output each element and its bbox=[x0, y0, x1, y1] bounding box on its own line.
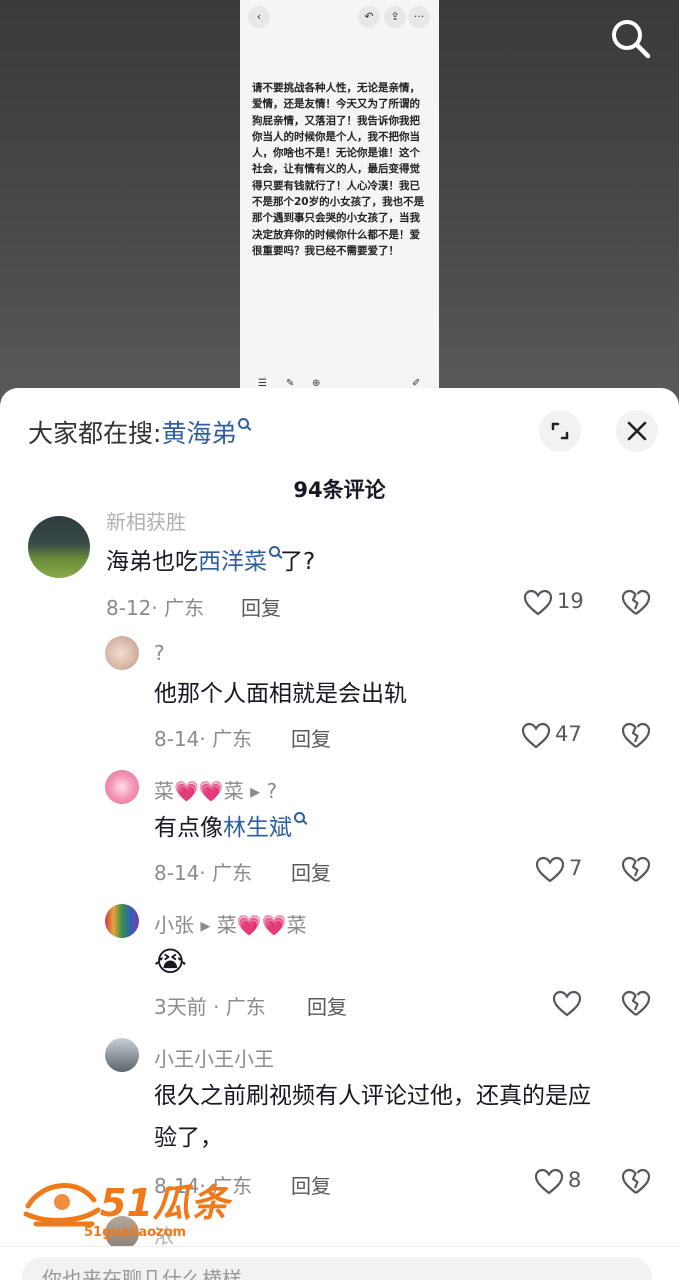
comment-username[interactable]: 菜💗💗菜 ▸ ? bbox=[154, 775, 277, 804]
close-icon bbox=[627, 421, 647, 441]
like-count: 47 bbox=[555, 722, 582, 746]
heart-icon bbox=[523, 589, 553, 616]
like-count: 7 bbox=[569, 856, 583, 880]
screenshot-topbar: ‹ ↶ ⇪ ··· bbox=[240, 0, 439, 34]
comment-username[interactable]: ? bbox=[154, 641, 165, 665]
comment-item: 新相获胜 海弟也吃西洋菜 了? 8-12· 广东 回复 19 bbox=[0, 508, 679, 628]
comment-username[interactable]: 新相获胜 bbox=[106, 506, 186, 535]
comment-text-line: 验了， bbox=[154, 1125, 223, 1151]
comment-reply-item: ? 他那个人面相就是会出轨 8-14· 广东 回复 47 bbox=[0, 636, 679, 761]
search-small-icon bbox=[269, 546, 280, 557]
search-prefix: 大家都在搜: bbox=[28, 419, 162, 448]
like-count: 8 bbox=[568, 1168, 582, 1192]
comment-reply-item: 菜💗💗菜 ▸ ? 有点像林生斌 8-14· 广东 回复 7 bbox=[0, 770, 679, 895]
dislike-icon[interactable] bbox=[621, 989, 651, 1019]
search-icon[interactable] bbox=[606, 14, 654, 62]
comment-meta: 8-14· 广东 bbox=[154, 861, 253, 885]
reply-button[interactable]: 回复 bbox=[291, 1170, 331, 1199]
expand-icon bbox=[551, 422, 569, 440]
reply-button[interactable]: 回复 bbox=[291, 723, 331, 752]
comment-text-part: 了? bbox=[280, 549, 316, 575]
comment-count: 94条评论 bbox=[293, 478, 386, 502]
avatar[interactable] bbox=[105, 770, 139, 804]
search-small-icon bbox=[238, 418, 250, 429]
more-icon: ··· bbox=[408, 6, 430, 28]
comment-text: 有点像林生斌 bbox=[154, 808, 305, 848]
watermark-main-text: 51瓜条 bbox=[100, 1181, 233, 1225]
screenshot-note-text: 请不要挑战各种人性，无论是亲情，爱情，还是友情！今天又为了所谓的狗屁亲情，又落泪… bbox=[252, 82, 425, 257]
like-count: 19 bbox=[557, 589, 584, 613]
watermark-logo: 51瓜条 51gualiaozom bbox=[23, 1181, 233, 1240]
avatar[interactable] bbox=[105, 904, 139, 938]
comment-text: 😭 bbox=[154, 945, 187, 978]
comment-text-line: 很久之前刷视频有人评论过他，还真的是应 bbox=[154, 1083, 591, 1109]
watermark-sub-text: 51gualiaozom bbox=[84, 1225, 186, 1240]
dislike-icon[interactable] bbox=[621, 855, 651, 885]
reply-button[interactable]: 回复 bbox=[241, 592, 281, 621]
comment-keyword-link[interactable]: 林生斌 bbox=[223, 815, 292, 841]
dislike-icon[interactable] bbox=[621, 588, 651, 618]
comment-input-placeholder: 你也来在聊几什么横样 bbox=[42, 1267, 242, 1280]
comment-input[interactable]: 你也来在聊几什么横样 bbox=[22, 1257, 652, 1280]
heart-icon bbox=[535, 856, 565, 883]
avatar[interactable] bbox=[105, 636, 139, 670]
comment-keyword-link[interactable]: 西洋菜 bbox=[198, 549, 267, 575]
share-icon: ⇪ bbox=[384, 6, 406, 28]
comment-username[interactable]: 小张 ▸ 菜💗💗菜 bbox=[154, 909, 307, 938]
comment-meta: 8-12· 广东 bbox=[106, 596, 205, 620]
reply-button[interactable]: 回复 bbox=[291, 857, 331, 886]
avatar[interactable] bbox=[105, 1038, 139, 1072]
comment-meta: 3天前 · 广东 bbox=[154, 995, 266, 1019]
heart-icon bbox=[521, 722, 551, 749]
search-suggestion[interactable]: 大家都在搜:黄海弟 bbox=[28, 414, 250, 450]
comment-text-part: 海弟也吃 bbox=[106, 549, 198, 575]
comment-text: 他那个人面相就是会出轨 bbox=[154, 681, 407, 707]
video-area[interactable]: ‹ ↶ ⇪ ··· 请不要挑战各种人性，无论是亲情，爱情，还是友情！今天又为了所… bbox=[0, 0, 679, 400]
comment-input-bar: 你也来在聊几什么横样 bbox=[0, 1246, 679, 1280]
dislike-icon[interactable] bbox=[621, 1167, 651, 1197]
search-small-icon bbox=[294, 812, 305, 823]
heart-icon bbox=[534, 1168, 564, 1195]
comment-reply-item: 小张 ▸ 菜💗💗菜 😭 3天前 · 广东 回复 bbox=[0, 904, 679, 1029]
undo-icon: ↶ bbox=[358, 6, 380, 28]
comment-meta: 8-14· 广东 bbox=[154, 727, 253, 751]
back-icon: ‹ bbox=[248, 6, 270, 28]
search-keyword[interactable]: 黄海弟 bbox=[161, 419, 236, 448]
expand-button[interactable] bbox=[539, 410, 581, 452]
comment-sheet: 大家都在搜:黄海弟 94条评论 新相获胜 海弟也吃西洋菜 了? 8-12· 广东 … bbox=[0, 388, 679, 1280]
video-screenshot: ‹ ↶ ⇪ ··· 请不要挑战各种人性，无论是亲情，爱情，还是友情！今天又为了所… bbox=[240, 0, 439, 400]
comment-text-part: 有点像 bbox=[154, 815, 223, 841]
dislike-icon[interactable] bbox=[621, 721, 651, 751]
reply-button[interactable]: 回复 bbox=[307, 991, 347, 1020]
heart-icon bbox=[552, 990, 582, 1017]
avatar[interactable] bbox=[28, 516, 90, 578]
close-button[interactable] bbox=[616, 410, 658, 452]
comment-username[interactable]: 小王小王小王 bbox=[154, 1043, 274, 1072]
comment-text: 海弟也吃西洋菜 了? bbox=[106, 542, 315, 582]
